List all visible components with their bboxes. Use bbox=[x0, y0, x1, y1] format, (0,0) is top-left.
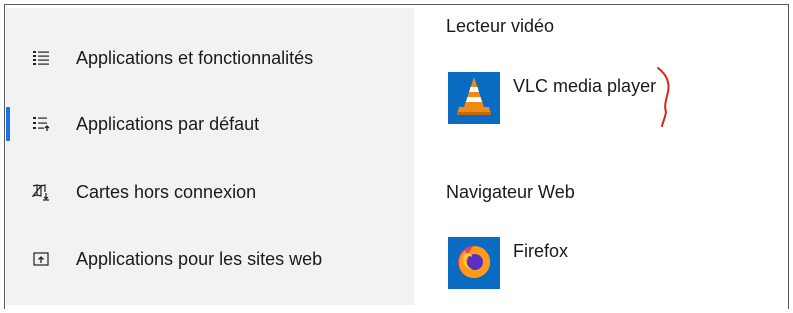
sidebar-item-apps-websites[interactable]: Applications pour les sites web bbox=[6, 236, 414, 282]
sidebar-item-label: Applications et fonctionnalités bbox=[76, 47, 314, 68]
sidebar-item-label: Cartes hors connexion bbox=[76, 181, 257, 202]
default-video-app-name: VLC media player bbox=[513, 76, 657, 96]
default-video-app-button[interactable] bbox=[448, 72, 500, 124]
sidebar-item-default-apps[interactable]: Applications par défaut bbox=[6, 101, 414, 147]
sidebar-item-apps-features[interactable]: Applications et fonctionnalités bbox=[6, 35, 414, 81]
firefox-icon bbox=[454, 241, 494, 286]
sidebar-item-label: Applications par défaut bbox=[76, 113, 260, 134]
red-annotation-mark bbox=[657, 67, 670, 127]
sidebar: Applications et fonctionnalités Applicat… bbox=[6, 8, 414, 305]
default-apps-icon bbox=[32, 115, 50, 133]
sidebar-item-offline-maps[interactable]: Cartes hors connexion bbox=[6, 169, 414, 215]
video-player-heading: Lecteur vidéo bbox=[446, 16, 555, 36]
web-browser-heading: Navigateur Web bbox=[446, 182, 575, 202]
map-download-icon bbox=[32, 183, 50, 201]
default-browser-name: Firefox bbox=[513, 241, 569, 261]
list-icon bbox=[32, 49, 50, 67]
vlc-icon bbox=[454, 74, 494, 123]
open-in-app-icon bbox=[32, 250, 50, 268]
default-browser-button[interactable] bbox=[448, 237, 500, 289]
selected-indicator bbox=[6, 107, 10, 141]
sidebar-item-label: Applications pour les sites web bbox=[76, 248, 323, 269]
